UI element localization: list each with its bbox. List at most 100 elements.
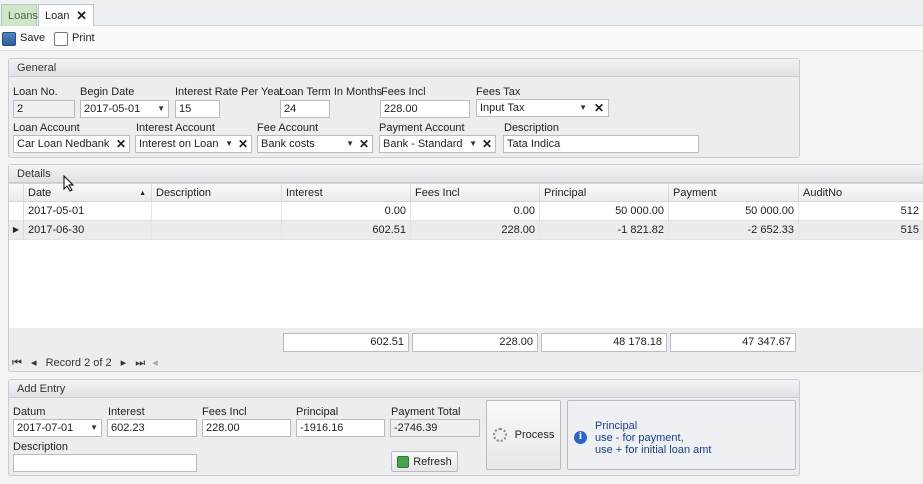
cell-principal[interactable]: -1 821.82 [540,221,669,239]
total-principal: 48 178.18 [541,333,667,352]
col-interest-label: Interest [286,187,323,199]
begin-date-value: 2017-05-01 [84,103,141,115]
col-interest[interactable]: Interest [282,184,411,203]
col-date[interactable]: Date ▲ [24,184,152,203]
dropdown-arrow-icon[interactable]: ▼ [346,136,354,152]
info-line: use + for initial loan amt [595,444,712,456]
cell-date[interactable]: 2017-05-01 [24,202,152,220]
cell-payment[interactable]: -2 652.33 [669,221,799,239]
loan-no-value: 2 [17,103,24,115]
col-fees-incl[interactable]: Fees Incl [411,184,540,203]
save-button[interactable]: Save [2,30,45,47]
info-panel: i Principal use - for payment, use + for… [567,400,796,470]
print-icon [54,31,68,46]
cell-fees-incl[interactable]: 0.00 [411,202,540,220]
loan-term-label: Loan Term In Months [279,86,383,98]
cell-auditno[interactable]: 512 [799,202,923,220]
toolbar: Save Print [0,26,923,51]
interest-account-select[interactable]: Interest on Loan ▼ ✕ [135,135,252,153]
loan-no-field[interactable]: 2 [13,100,75,118]
entry-interest-value: 602.23 [111,422,145,434]
fee-account-select[interactable]: Bank costs ▼ ✕ [257,135,373,153]
process-button[interactable]: Process [486,400,561,470]
loan-term-input[interactable]: 24 [280,100,330,118]
entry-fees-incl-input[interactable]: 228.00 [202,419,291,437]
table-row[interactable]: ▶ 2017-06-30 602.51 228.00 -1 821.82 -2 … [9,221,923,240]
col-description-label: Description [156,187,212,199]
description-input[interactable]: Tata Indica [503,135,699,153]
row-indicator [9,202,24,220]
total-fees-incl: 228.00 [412,333,538,352]
col-payment[interactable]: Payment [669,184,799,203]
gear-icon [492,428,507,442]
col-principal[interactable]: Principal [540,184,669,203]
info-text: Principal use - for payment, use + for i… [595,420,711,456]
clear-icon[interactable]: ✕ [116,136,126,152]
dropdown-arrow-icon[interactable]: ▼ [157,101,165,117]
loan-term-value: 24 [284,103,297,115]
clear-icon[interactable]: ✕ [482,136,492,152]
cell-payment[interactable]: 50 000.00 [669,202,799,220]
cell-fees-incl[interactable]: 228.00 [411,221,540,239]
clear-icon[interactable]: ✕ [238,136,248,152]
clear-icon[interactable]: ✕ [594,100,604,116]
loan-account-select[interactable]: Car Loan Nedbank ✕ [13,135,130,153]
payment-account-select[interactable]: Bank - Standard ▼ ✕ [379,135,496,153]
refresh-button[interactable]: Refresh [391,451,458,472]
dropdown-arrow-icon[interactable]: ▼ [469,136,477,152]
entry-principal-label: Principal [296,406,339,418]
description-value: Tata Indica [507,138,561,150]
begin-date-picker[interactable]: 2017-05-01 ▼ [80,100,169,118]
details-header: Details [9,165,923,183]
save-label: Save [20,32,46,44]
dropdown-arrow-icon[interactable]: ▼ [90,420,98,436]
dropdown-arrow-icon[interactable]: ▼ [225,136,233,152]
total-payment: 47 347.67 [670,333,796,352]
datum-label: Datum [13,406,46,418]
record-navigator: ⏮ ◂ Record 2 of 2 ▸ ⏭ ◂ [12,354,158,372]
prev-record-icon[interactable]: ◂ [31,357,37,369]
cell-description[interactable] [152,221,282,239]
table-row[interactable]: 2017-05-01 0.00 0.00 50 000.00 50 000.00… [9,202,923,221]
col-description[interactable]: Description [152,184,282,203]
cell-description[interactable] [152,202,282,220]
print-button[interactable]: Print [54,30,95,47]
refresh-label: Refresh [413,455,452,468]
datum-value: 2017-07-01 [17,422,74,434]
entry-interest-input[interactable]: 602.23 [107,419,197,437]
current-row-arrow-icon: ▶ [9,221,24,239]
info-icon: i [574,431,587,444]
entry-description-label: Description [13,441,69,453]
cell-date[interactable]: 2017-06-30 [24,221,152,239]
cell-interest[interactable]: 0.00 [282,202,411,220]
loan-account-label: Loan Account [13,122,80,134]
cell-principal[interactable]: 50 000.00 [540,202,669,220]
save-icon [2,31,16,46]
dropdown-arrow-icon[interactable]: ▼ [579,100,587,116]
tab-loans[interactable]: Loans [1,4,38,26]
append-record-icon[interactable]: ◂ [152,357,158,369]
entry-description-input[interactable] [13,454,197,472]
tab-loan[interactable]: Loan ✕ [38,4,94,26]
info-line: use - for payment, [595,432,684,444]
col-auditno[interactable]: AuditNo [799,184,923,203]
col-principal-label: Principal [544,187,587,199]
fees-tax-select[interactable]: Input Tax ▼ ✕ [476,99,609,117]
next-record-icon[interactable]: ▸ [121,357,127,369]
fees-incl-input[interactable]: 228.00 [380,100,470,118]
first-record-icon[interactable]: ⏮ [12,357,22,369]
total-interest: 602.51 [283,333,409,352]
entry-principal-input[interactable]: -1916.16 [296,419,385,437]
last-record-icon[interactable]: ⏭ [135,357,145,369]
col-fees-incl-label: Fees Incl [415,187,460,199]
print-label: Print [72,32,95,44]
cell-interest[interactable]: 602.51 [282,221,411,239]
clear-icon[interactable]: ✕ [359,136,369,152]
close-icon[interactable]: ✕ [76,5,87,27]
entry-fees-incl-label: Fees Incl [202,406,247,418]
fees-tax-label: Fees Tax [476,86,521,98]
interest-rate-value: 15 [179,103,192,115]
interest-rate-input[interactable]: 15 [175,100,220,118]
datum-picker[interactable]: 2017-07-01 ▼ [13,419,102,437]
cell-auditno[interactable]: 515 [799,221,923,239]
